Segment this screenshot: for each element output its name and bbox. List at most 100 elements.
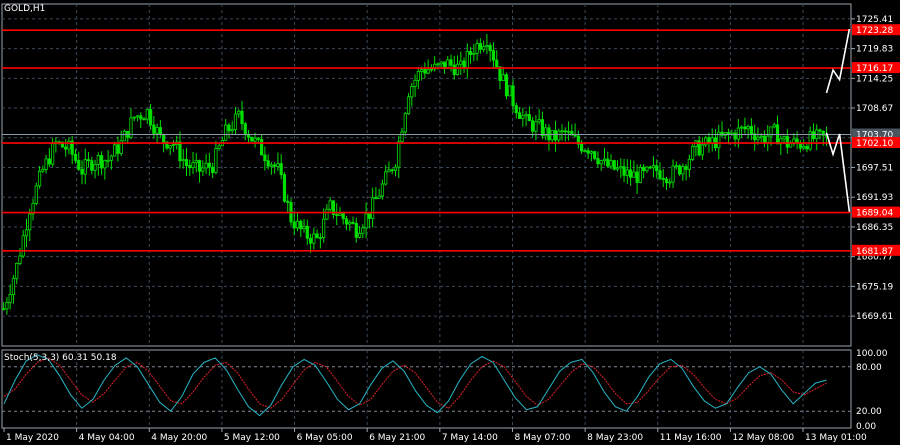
candle-body [426,69,430,74]
price-label: 1691.93 [856,193,893,203]
candle-body [374,197,378,200]
candle-body [632,171,636,178]
candle-body [201,167,205,172]
candle-body [243,123,247,136]
time-label: 8 May 07:00 [514,433,570,443]
candle-body [740,126,744,129]
candle-body [384,171,388,185]
time-label: 5 May 12:00 [224,433,280,443]
candle-body [756,136,760,141]
candle-body [759,135,763,138]
candle-body [420,69,424,72]
candle-body [64,146,68,150]
candle-body [514,105,518,114]
candle-body [491,50,496,61]
candle-body [645,166,649,172]
candle-body [308,237,313,244]
candle-body [86,159,91,162]
candle-body [802,145,806,149]
candle-body [348,221,352,225]
candle-body [312,233,316,244]
candle-body [380,183,385,197]
stoch-axis-label: 0.00 [856,422,876,432]
candle-body [550,130,554,141]
candle-body [537,119,541,123]
candle-body [184,159,189,166]
candle-body [361,227,365,234]
candle-body [276,163,280,167]
candle-body [286,200,290,203]
level-label: 1716.17 [856,64,893,74]
candle-body [465,51,469,69]
level-label: 1681.87 [856,247,893,257]
candle-body [51,143,55,165]
stoch-axis-label: 100.00 [856,349,888,359]
candle-body [501,74,505,81]
candle-body [109,155,113,161]
candle-body [664,178,669,184]
time-label: 6 May 05:00 [297,433,353,443]
trading-chart[interactable]: 1725.411719.831714.251708.671703.091697.… [0,0,900,445]
candle-body [77,159,81,170]
candle-body [622,166,626,176]
candle-body [416,70,420,81]
candle-body [224,124,228,141]
candle-body [315,233,319,238]
candle-body [116,144,120,154]
candle-body [47,158,51,165]
candle-body [602,158,607,162]
candle-body [482,46,486,50]
level-label: 1702.10 [856,139,893,149]
time-label: 1 May 2020 [6,433,59,443]
candle-body [566,130,571,133]
candle-body [148,109,153,126]
candle-body [478,43,482,50]
time-label: 11 May 16:00 [660,433,722,443]
candle-body [504,74,509,97]
candle-body [684,166,688,170]
time-label: 8 May 23:00 [587,433,643,443]
candle-body [772,124,776,128]
candle-body [580,143,584,152]
candle-body [302,225,306,230]
candle-body [687,158,691,170]
candle-body [273,164,277,167]
candle-body [168,145,172,149]
candle-body [534,121,538,132]
candle-body [269,164,273,167]
candle-body [495,59,499,68]
candle-body [648,166,652,169]
candle-body [508,85,512,97]
candle-body [560,130,564,133]
candle-body [171,144,176,147]
candle-body [449,59,453,66]
candle-body [214,148,218,173]
candle-body [393,166,398,171]
candle-body [655,165,659,172]
candle-body [596,158,600,165]
candle-body [743,126,747,130]
candle-body [521,115,525,119]
candle-body [762,135,767,143]
candle-body [28,213,32,231]
candle-body [475,43,479,54]
candle-body [455,63,460,75]
candle-body [557,130,561,141]
candle-body [805,145,809,150]
candle-body [338,213,342,216]
candle-body [668,181,672,184]
candle-body [237,110,241,115]
candle-body [8,294,12,303]
price-label: 1686.35 [856,223,893,233]
candle-body [413,79,417,87]
candle-body [691,146,695,160]
candle-body [282,174,287,202]
candle-body [785,136,789,148]
candle-body [44,158,48,170]
candle-body [599,160,603,165]
candle-body [263,154,267,161]
candle-body [397,141,401,168]
candle-body [547,127,551,141]
level-label: 1689.04 [856,209,893,219]
candle-body [259,139,264,156]
